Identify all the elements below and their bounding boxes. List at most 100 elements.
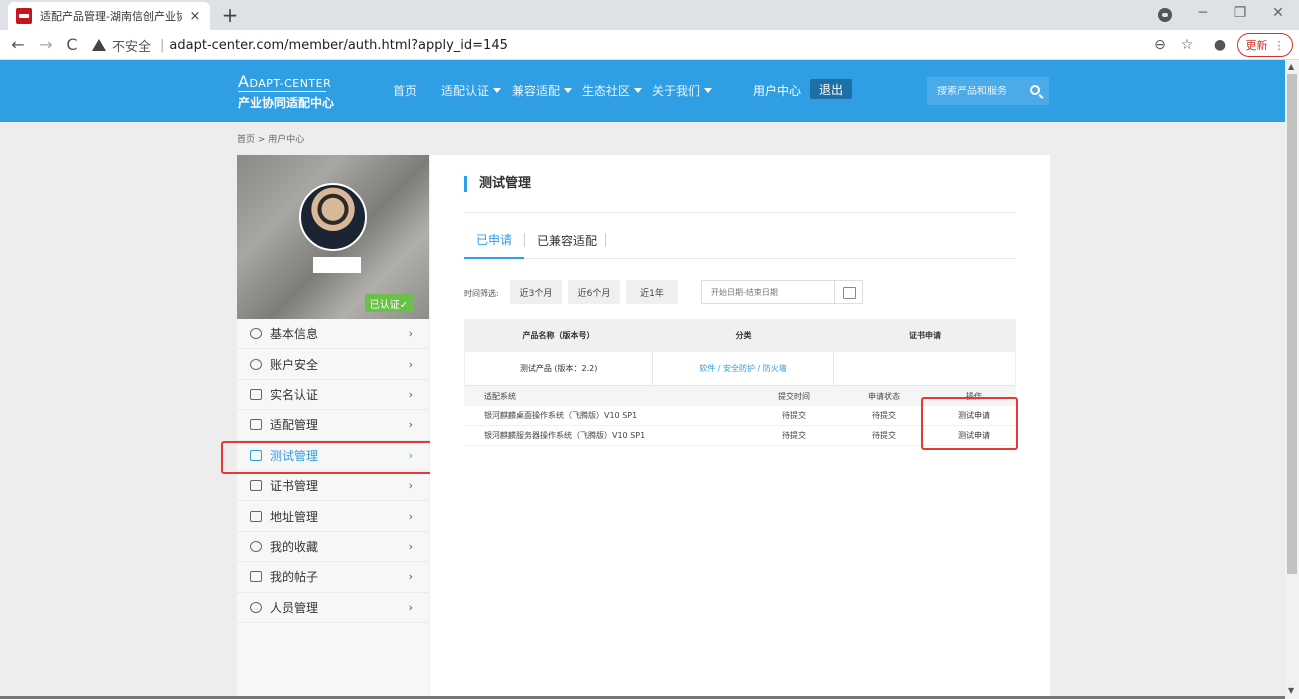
filter-3-months-button[interactable]: 近3个月 bbox=[510, 280, 562, 304]
sidebar-item-label: 证书管理 bbox=[270, 479, 319, 494]
nav-home[interactable]: 首页 bbox=[393, 82, 417, 99]
new-tab-button[interactable]: + bbox=[220, 3, 240, 27]
sidebar-item-adapt-management[interactable]: 适配管理 › bbox=[237, 410, 429, 441]
site-search bbox=[927, 77, 1049, 105]
username-redacted bbox=[313, 257, 361, 273]
people-icon bbox=[250, 601, 262, 613]
chevron-right-icon: › bbox=[408, 357, 413, 371]
search-icon[interactable] bbox=[1030, 85, 1040, 95]
logout-button[interactable]: 退出 bbox=[810, 79, 852, 99]
sidebar-item-label: 实名认证 bbox=[270, 387, 319, 402]
search-input[interactable] bbox=[937, 85, 1027, 97]
page-scrollbar[interactable]: ▲ ▼ bbox=[1285, 60, 1299, 699]
id-card-icon bbox=[250, 388, 262, 400]
page-title: 测试管理 bbox=[464, 176, 531, 192]
calendar-icon[interactable] bbox=[834, 281, 862, 303]
sidebar-item-label: 基本信息 bbox=[270, 327, 319, 342]
sidebar-item-test-management[interactable]: 测试管理 › bbox=[237, 441, 429, 471]
tab-separator bbox=[605, 233, 606, 247]
tab-search-icon[interactable] bbox=[1158, 8, 1172, 22]
profile-card: 已认证✓ bbox=[237, 155, 429, 319]
product-certificate bbox=[834, 352, 1015, 385]
browser-tab-bar: 适配产品管理-湖南信创产业协同 × + ─ ❐ ✕ bbox=[0, 0, 1299, 30]
filter-6-months-button[interactable]: 近6个月 bbox=[568, 280, 620, 304]
sidebar-item-certificate-management[interactable]: 证书管理 › bbox=[237, 471, 429, 502]
filter-1-year-button[interactable]: 近1年 bbox=[626, 280, 678, 304]
chevron-right-icon: › bbox=[408, 539, 413, 553]
forward-button[interactable]: → bbox=[36, 35, 56, 55]
row-submit-time: 待提交 bbox=[782, 411, 806, 420]
date-range-field[interactable]: 开始日期-结束日期 bbox=[701, 280, 863, 304]
caret-down-icon bbox=[493, 88, 502, 93]
time-filter-label: 时间筛选: bbox=[464, 289, 499, 298]
tab-bar: 已申请 已兼容适配 bbox=[464, 221, 1016, 259]
user-icon bbox=[250, 328, 262, 340]
test-apply-link[interactable]: 测试申请 bbox=[944, 430, 1004, 441]
sidebar-item-label: 我的帖子 bbox=[270, 570, 319, 585]
nav-about[interactable]: 关于我们 bbox=[652, 82, 713, 99]
chevron-right-icon: › bbox=[408, 570, 413, 584]
test-table: 产品名称（版本号） 分类 证书申请 测试产品 (版本：2.2) 软件 / 安全防… bbox=[464, 319, 1016, 446]
insecure-label: 不安全 bbox=[112, 39, 152, 55]
scroll-thumb[interactable] bbox=[1287, 74, 1297, 574]
row-submit-time: 待提交 bbox=[782, 431, 806, 440]
update-button[interactable]: 更新 ⋮ bbox=[1237, 33, 1293, 57]
zoom-icon[interactable]: ⊖ bbox=[1151, 36, 1169, 54]
logo-letter: A bbox=[238, 72, 250, 91]
chevron-right-icon: › bbox=[408, 448, 413, 462]
sidebar-item-label: 适配管理 bbox=[270, 418, 319, 433]
sidebar-item-address-management[interactable]: 地址管理 › bbox=[237, 501, 429, 532]
site-favicon-icon bbox=[16, 8, 32, 24]
breadcrumb: 首页 > 用户中心 bbox=[237, 135, 305, 145]
warning-icon bbox=[92, 39, 106, 51]
sidebar-item-label: 我的收藏 bbox=[270, 539, 319, 554]
sidebar-item-my-posts[interactable]: 我的帖子 › bbox=[237, 562, 429, 593]
adapt-icon bbox=[250, 419, 262, 431]
bookmark-star-icon[interactable]: ☆ bbox=[1178, 36, 1196, 54]
document-icon bbox=[250, 449, 262, 461]
account-icon[interactable]: ● bbox=[1211, 36, 1229, 54]
sidebar-item-real-name[interactable]: 实名认证 › bbox=[237, 380, 429, 411]
sub-header-status: 申请状态 bbox=[868, 391, 900, 401]
sidebar-item-basic-info[interactable]: 基本信息 › bbox=[237, 319, 429, 350]
sidebar-item-label: 地址管理 bbox=[270, 509, 319, 524]
tab-compatible[interactable]: 已兼容适配 bbox=[537, 221, 597, 259]
chevron-right-icon: › bbox=[408, 600, 413, 614]
nav-community[interactable]: 生态社区 bbox=[582, 82, 643, 99]
title-divider bbox=[464, 212, 1016, 213]
nav-user-center[interactable]: 用户中心 bbox=[753, 82, 801, 99]
nav-certification[interactable]: 适配认证 bbox=[441, 82, 502, 99]
scroll-down-icon[interactable]: ▼ bbox=[1288, 686, 1294, 695]
minimize-button[interactable]: ─ bbox=[1193, 5, 1213, 21]
logo-rule bbox=[238, 91, 326, 92]
window-close-button[interactable]: ✕ bbox=[1268, 5, 1288, 21]
tab-applied[interactable]: 已申请 bbox=[464, 221, 524, 259]
site-header: ADAPT-CENTER 产业协同适配中心 首页 适配认证 兼容适配 生态社区 … bbox=[0, 60, 1285, 122]
back-button[interactable]: ← bbox=[8, 35, 28, 55]
product-name: 测试产品 (版本：2.2) bbox=[465, 352, 654, 385]
chevron-right-icon: › bbox=[408, 327, 413, 341]
sidebar-item-people-management[interactable]: 人员管理 › bbox=[237, 593, 429, 623]
product-category-link[interactable]: 软件 / 安全防护 / 防火墙 bbox=[653, 352, 834, 385]
url-field[interactable]: 不安全 | adapt-center.com/member/auth.html?… bbox=[92, 33, 1142, 57]
sidebar-item-account-security[interactable]: 账户安全 › bbox=[237, 349, 429, 380]
reload-button[interactable]: C bbox=[62, 35, 82, 55]
test-apply-link[interactable]: 测试申请 bbox=[944, 410, 1004, 421]
nav-compatibility[interactable]: 兼容适配 bbox=[512, 82, 573, 99]
tab-title: 适配产品管理-湖南信创产业协同 bbox=[40, 10, 182, 23]
close-tab-icon[interactable]: × bbox=[188, 9, 202, 24]
row-system: 银河麒麟桌面操作系统（飞腾版）V10 SP1 bbox=[484, 411, 638, 420]
sub-header-submit-time: 提交时间 bbox=[778, 391, 810, 401]
restore-button[interactable]: ❐ bbox=[1230, 5, 1250, 21]
more-menu-icon: ⋮ bbox=[1273, 38, 1285, 52]
sidebar-item-favorites[interactable]: 我的收藏 › bbox=[237, 532, 429, 563]
site-logo[interactable]: ADAPT-CENTER 产业协同适配中心 bbox=[238, 74, 334, 111]
scroll-up-icon[interactable]: ▲ bbox=[1288, 62, 1294, 71]
avatar[interactable] bbox=[299, 183, 367, 251]
browser-tab[interactable]: 适配产品管理-湖南信创产业协同 × bbox=[8, 2, 210, 30]
product-row: 测试产品 (版本：2.2) 软件 / 安全防护 / 防火墙 bbox=[464, 352, 1016, 386]
row-status: 待提交 bbox=[872, 411, 896, 420]
sidebar-menu: 基本信息 › 账户安全 › 实名认证 › 适配管理 › 测试管理 › 证书管理 … bbox=[237, 319, 429, 699]
header-certificate: 证书申请 bbox=[909, 331, 941, 340]
address-bar: ← → C 不安全 | adapt-center.com/member/auth… bbox=[0, 30, 1299, 60]
